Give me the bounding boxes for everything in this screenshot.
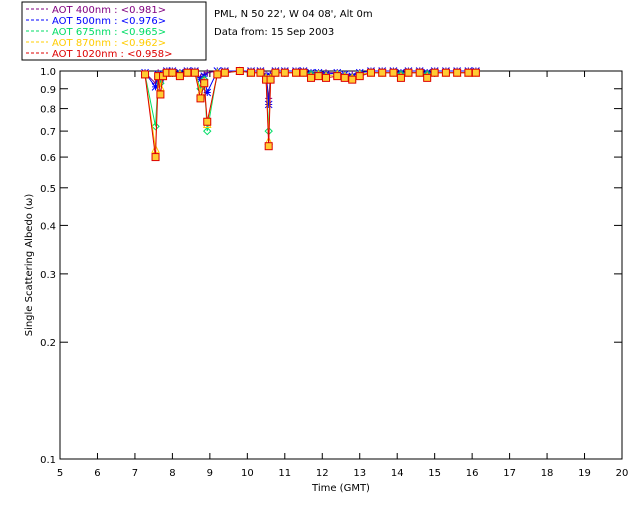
legend-entry-2: AOT 675nm : <0.965> xyxy=(52,27,166,38)
x-tick-label: 15 xyxy=(428,468,441,479)
data-point xyxy=(190,68,199,77)
y-tick-label: 0.5 xyxy=(40,184,56,195)
data-point xyxy=(471,68,480,77)
data-point xyxy=(366,68,375,77)
data-point xyxy=(378,68,387,77)
x-tick-label: 6 xyxy=(94,468,100,479)
series-line-4 xyxy=(144,70,476,158)
data-point xyxy=(340,73,349,82)
data-point xyxy=(348,75,357,84)
data-point xyxy=(322,73,331,82)
y-tick-label: 0.9 xyxy=(40,85,56,96)
y-tick-label: 0.6 xyxy=(40,153,56,164)
data-point xyxy=(333,72,342,81)
x-axis: 5 6 7 8 9 10 11 12 13 14 15 16 17 18 19 20 xyxy=(57,71,629,479)
y-tick-label: 0.3 xyxy=(40,270,56,281)
x-tick-label: 16 xyxy=(466,468,479,479)
x-tick-label: 5 xyxy=(57,468,63,479)
data-point xyxy=(220,68,229,77)
legend-entry-3: AOT 870nm : <0.962> xyxy=(52,38,166,49)
data-point xyxy=(423,73,432,82)
x-tick-label: 17 xyxy=(503,468,516,479)
plot-frame xyxy=(59,70,623,460)
x-tick-label: 11 xyxy=(278,468,291,479)
data-point xyxy=(196,94,205,103)
data-point xyxy=(151,153,160,162)
data-point xyxy=(168,68,177,77)
y-tick-label: 0.2 xyxy=(40,338,56,349)
x-tick-label: 19 xyxy=(578,468,591,479)
data-point xyxy=(256,68,265,77)
data-point xyxy=(235,67,244,75)
y-axis: 1.0 0.9 0.8 0.7 0.6 0.5 0.4 0.3 0.2 0.1 xyxy=(40,67,622,466)
legend-entry-4: AOT 1020nm : <0.958> xyxy=(52,49,172,60)
data-point xyxy=(264,142,273,151)
legend-entry-1: AOT 500nm : <0.976> xyxy=(52,16,166,27)
albedo-chart: AOT 400nm : <0.981>AOT 500nm : <0.976>AO… xyxy=(21,1,629,494)
data-point xyxy=(441,68,450,77)
legend: AOT 400nm : <0.981>AOT 500nm : <0.976>AO… xyxy=(21,1,207,61)
data-point xyxy=(307,73,316,82)
data-point xyxy=(203,117,212,126)
data-point xyxy=(141,70,150,79)
data-point xyxy=(430,68,439,77)
data-point xyxy=(247,68,256,77)
x-tick-label: 12 xyxy=(316,468,329,479)
data-point xyxy=(415,68,424,77)
data-point xyxy=(271,68,280,77)
data-point xyxy=(464,68,473,77)
y-axis-label: Single Scattering Albedo (ω) xyxy=(24,194,35,337)
plot-area xyxy=(140,66,481,162)
x-tick-label: 10 xyxy=(241,468,254,479)
data-point xyxy=(200,79,209,88)
x-tick-label: 13 xyxy=(353,468,366,479)
series-line-3 xyxy=(144,70,476,149)
data-point xyxy=(314,72,323,81)
x-tick-label: 9 xyxy=(207,468,213,479)
legend-entry-0: AOT 400nm : <0.981> xyxy=(52,5,166,16)
y-tick-label: 1.0 xyxy=(40,67,56,78)
data-point xyxy=(396,73,405,82)
data-point xyxy=(299,68,308,77)
data-point xyxy=(280,68,289,77)
site-info-text: PML, N 50 22', W 04 08', Alt 0m xyxy=(214,9,373,20)
data-point xyxy=(292,68,301,77)
date-info-text: Data from: 15 Sep 2003 xyxy=(214,27,334,38)
x-tick-label: 14 xyxy=(391,468,404,479)
data-point xyxy=(453,68,462,77)
x-tick-label: 7 xyxy=(132,468,138,479)
data-point xyxy=(213,70,222,79)
y-tick-label: 0.4 xyxy=(40,221,56,232)
data-point xyxy=(404,68,413,77)
y-tick-label: 0.7 xyxy=(40,127,56,138)
data-point xyxy=(389,68,398,77)
data-point xyxy=(266,75,275,84)
data-point xyxy=(264,100,273,109)
x-tick-label: 20 xyxy=(616,468,629,479)
data-point xyxy=(183,68,192,77)
x-tick-label: 18 xyxy=(541,468,554,479)
x-axis-label: Time (GMT) xyxy=(311,483,370,494)
y-tick-label: 0.8 xyxy=(40,105,56,116)
y-tick-label: 0.1 xyxy=(40,455,56,466)
data-point xyxy=(355,72,364,81)
x-tick-label: 8 xyxy=(169,468,175,479)
data-point xyxy=(156,90,165,99)
data-point xyxy=(175,72,184,81)
